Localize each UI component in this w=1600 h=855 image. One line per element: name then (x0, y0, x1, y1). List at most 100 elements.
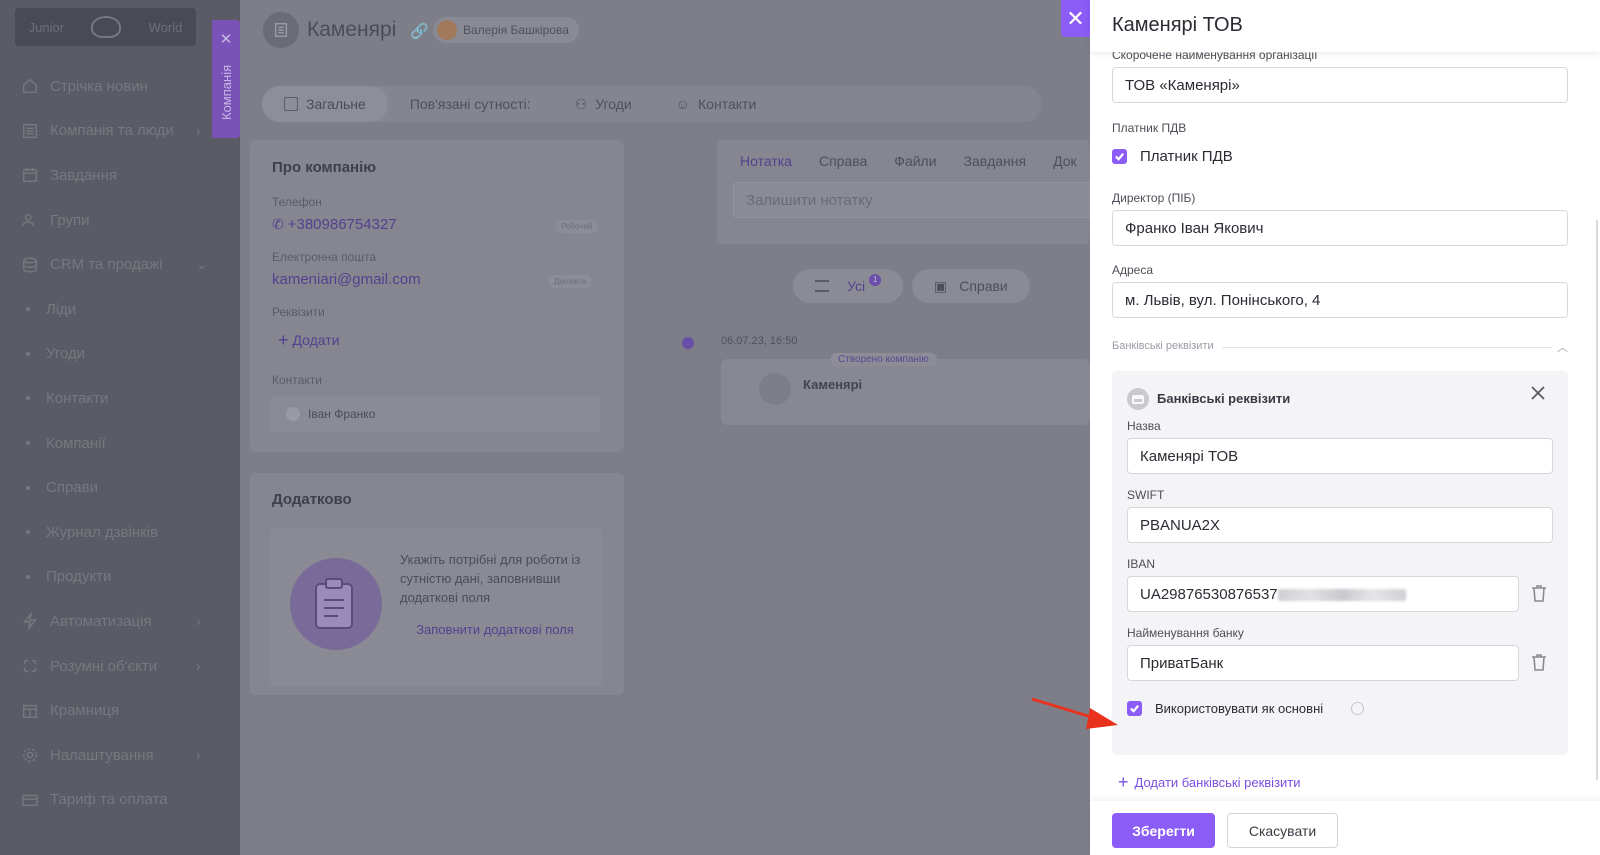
phone-value[interactable]: +380986754327 (288, 216, 397, 233)
sidebar-item-store[interactable]: Крамниця (0, 688, 240, 733)
chevron-right-icon: › (196, 122, 201, 139)
email-value[interactable]: kameniari@gmail.com (272, 271, 421, 288)
card-icon (20, 790, 40, 810)
sidebar-item-label: Тариф та оплата (50, 791, 168, 809)
bank-section-divider[interactable]: Банківські реквізити ︿ (1112, 340, 1568, 354)
sidebar-item-label: Налаштування (50, 746, 154, 764)
filter-all[interactable]: Усі 1 (793, 269, 904, 303)
email-label: Електронна пошта (272, 250, 377, 264)
sidebar-item-cases[interactable]: Справи (0, 465, 240, 510)
tab-label: Угоди (595, 96, 632, 112)
drawer-header: Каменярі ТОВ (1090, 0, 1600, 52)
sidebar-item-label: Крамниця (50, 702, 120, 720)
remove-bank-button[interactable] (1530, 385, 1552, 407)
phone-label: Телефон (272, 195, 322, 209)
building-icon (20, 121, 40, 141)
sidebar-item-groups[interactable]: Групи (0, 198, 240, 243)
delete-bank-name-button[interactable] (1531, 653, 1549, 673)
contact-chip[interactable]: Іван Франко (270, 396, 600, 432)
scrollbar[interactable] (1596, 220, 1598, 780)
sidebar-item-contacts[interactable]: Контакти (0, 376, 240, 421)
bank-name-label: Найменування банку (1127, 626, 1244, 640)
group-icon (20, 210, 40, 230)
add-bank-label: Додати банківські реквізити (1134, 775, 1301, 790)
sidebar-nav: Стрічка новин Компанія та люди › Завданн… (0, 64, 240, 822)
card-title: Додатково (272, 491, 352, 508)
chevron-right-icon: › (196, 747, 201, 764)
address-label: Адреса (1112, 263, 1154, 277)
note-input[interactable]: Залишити нотатку (733, 182, 1090, 218)
bank-title-field[interactable]: Каменярі ТОВ (1127, 438, 1553, 474)
close-drawer-button[interactable]: ✕ (1061, 0, 1090, 37)
use-as-main-label[interactable]: Використовувати як основні (1155, 701, 1323, 716)
tab-tasks[interactable]: Завдання (964, 153, 1027, 169)
sidebar-item-label: Угоди (46, 345, 86, 363)
add-requisites-button[interactable]: + Додати (278, 331, 340, 349)
vat-checkbox[interactable] (1112, 149, 1127, 164)
director-field[interactable]: Франко Іван Якович (1112, 210, 1568, 246)
address-field[interactable]: м. Львів, вул. Понінського, 4 (1112, 282, 1568, 318)
close-icon: ✕ (1066, 5, 1085, 31)
filter-label: Справи (959, 278, 1008, 294)
sidebar-item-smart-objects[interactable]: Розумні об'єкти › (0, 644, 240, 689)
delete-iban-button[interactable] (1531, 584, 1549, 604)
logo[interactable]: Junior World (15, 8, 196, 46)
iban-value: UA29876530876537 (1140, 586, 1278, 603)
tab-files[interactable]: Файли (894, 153, 936, 169)
tab-label: Загальне (306, 96, 366, 112)
swift-field[interactable]: PBANUA2X (1127, 507, 1553, 543)
avatar (437, 20, 457, 40)
tab-case[interactable]: Справа (819, 153, 867, 169)
database-icon (20, 255, 40, 275)
add-bank-requisites-button[interactable]: + Додати банківські реквізити (1118, 773, 1301, 791)
fill-additional-fields-link[interactable]: Заповнити додаткові поля (400, 619, 590, 641)
sidebar-item-deals[interactable]: Угоди (0, 332, 240, 377)
tab-documents[interactable]: Док (1053, 153, 1077, 169)
bank-name-field[interactable]: ПриватБанк (1127, 645, 1519, 681)
link-icon[interactable]: 🔗 (410, 22, 429, 40)
vat-checkbox-label[interactable]: Платник ПДВ (1140, 148, 1233, 165)
sidebar-item-settings[interactable]: Налаштування › (0, 733, 240, 778)
sidebar-item-company-people[interactable]: Компанія та люди › (0, 109, 240, 154)
tab-note[interactable]: Нотатка (740, 153, 792, 169)
filter-cases[interactable]: ▣ Справи (912, 269, 1030, 303)
home-icon (20, 76, 40, 96)
short-name-field[interactable]: ТОВ «Каменярі» (1112, 67, 1568, 103)
drawer-form: Скорочене найменування організації ТОВ «… (1090, 0, 1600, 800)
save-button[interactable]: Зберегти (1112, 813, 1215, 848)
sidebar-item-leads[interactable]: Ліди (0, 287, 240, 332)
bank-name-label: Назва (1127, 419, 1161, 433)
company-tab-label: Компанія (219, 64, 234, 120)
company-side-tab[interactable]: ✕ Компанія (212, 20, 240, 138)
tab-contacts[interactable]: ☺ Контакти (654, 86, 779, 122)
close-icon[interactable]: ✕ (212, 30, 240, 48)
building-icon (759, 373, 791, 405)
timeline-card[interactable]: Каменярі (721, 359, 1090, 425)
contacts-label: Контакти (272, 373, 322, 387)
use-as-main-checkbox[interactable] (1127, 701, 1142, 716)
sidebar-item-label: Групи (50, 211, 90, 229)
sidebar-item-tasks[interactable]: Завдання (0, 153, 240, 198)
cancel-button[interactable]: Скасувати (1227, 813, 1338, 848)
tab-deals[interactable]: ⚇ Угоди (553, 86, 654, 122)
bullet-icon (26, 485, 30, 490)
filter-label: Усі (847, 278, 866, 294)
sidebar-item-crm[interactable]: CRM та продажі ⌄ (0, 242, 240, 287)
info-icon[interactable] (1351, 702, 1364, 715)
iban-field[interactable]: UA29876530876537 (1127, 576, 1519, 612)
chevron-up-icon[interactable]: ︿ (1557, 339, 1568, 355)
tab-general[interactable]: Загальне (262, 86, 388, 122)
sidebar-item-label: Компанії (46, 434, 106, 452)
sidebar-item-automation[interactable]: Автоматизація › (0, 599, 240, 644)
sidebar-item-companies[interactable]: Компанії (0, 421, 240, 466)
sidebar-item-label: Стрічка новин (50, 77, 148, 95)
sidebar-item-billing[interactable]: Тариф та оплата (0, 778, 240, 823)
sidebar-item-products[interactable]: Продукти (0, 555, 240, 600)
bolt-icon (20, 611, 40, 631)
responsible-user-chip[interactable]: Валерія Башкірова (433, 17, 579, 43)
phone-row[interactable]: ✆ +380986754327 (272, 216, 397, 233)
contact-name: Іван Франко (308, 407, 376, 421)
sidebar-item-news[interactable]: Стрічка новин (0, 64, 240, 109)
chevron-right-icon: › (196, 613, 201, 630)
sidebar-item-call-log[interactable]: Журнал дзвінків (0, 510, 240, 555)
